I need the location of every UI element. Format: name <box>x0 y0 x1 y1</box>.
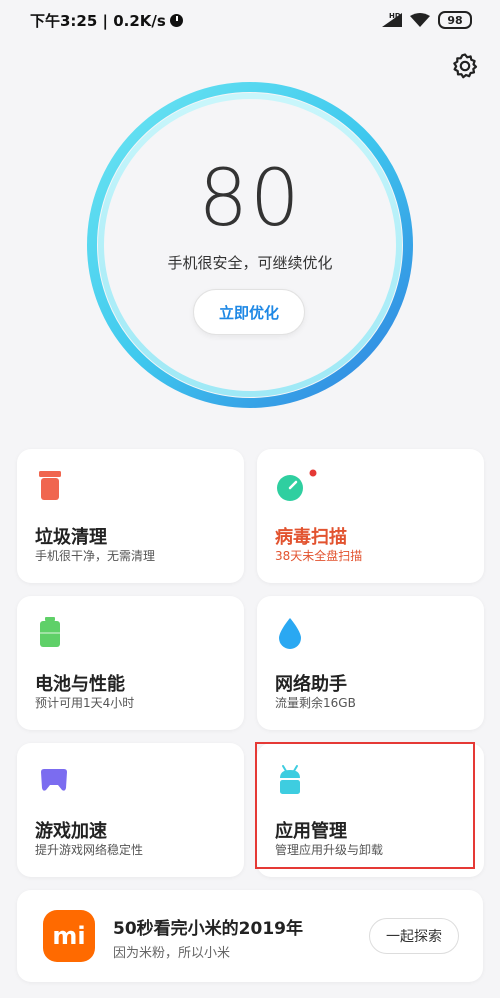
mi-logo-icon: mi <box>43 910 95 962</box>
card-network-assistant[interactable]: 网络助手 流量剩余16GB <box>257 596 484 730</box>
card-title: 网络助手 <box>275 674 347 695</box>
battery-indicator: 98 <box>438 11 472 29</box>
water-drop-icon <box>279 618 301 649</box>
status-bar: 下午3:25 | 0.2K/s 98 <box>0 0 500 40</box>
card-subtitle: 流量剩余16GB <box>275 696 356 710</box>
gamepad-icon <box>41 769 67 791</box>
security-status-text: 手机很安全，可继续优化 <box>167 254 333 272</box>
card-title: 电池与性能 <box>35 674 125 695</box>
card-app-management[interactable]: 应用管理 管理应用升级与卸载 <box>257 743 484 877</box>
wifi-icon <box>410 13 430 27</box>
hd-badge: HD <box>389 12 401 20</box>
gear-icon[interactable] <box>451 52 479 80</box>
annual-review-banner[interactable]: mi 50秒看完小米的2019年 因为米粉，所以小米 一起探索 <box>17 890 483 982</box>
android-icon <box>280 765 300 794</box>
card-subtitle: 提升游戏网络稳定性 <box>35 843 144 857</box>
shield-scan-icon <box>277 469 317 501</box>
status-left: 下午3:25 | 0.2K/s <box>30 10 183 31</box>
card-game-boost[interactable]: 游戏加速 提升游戏网络稳定性 <box>17 743 244 877</box>
clock-icon <box>169 13 183 27</box>
banner-title: 50秒看完小米的2019年 <box>113 919 303 939</box>
card-junk-cleaner[interactable]: 垃圾清理 手机很干净，无需清理 <box>17 449 244 583</box>
card-subtitle: 38天未全盘扫描 <box>275 549 363 563</box>
security-score: 80 <box>198 154 302 244</box>
battery-level: 98 <box>447 13 463 27</box>
optimize-now-button[interactable]: 立即优化 <box>193 289 305 335</box>
card-subtitle: 预计可用1天4小时 <box>35 696 135 710</box>
card-title: 应用管理 <box>275 821 347 842</box>
explore-together-button[interactable]: 一起探索 <box>369 918 459 954</box>
card-title: 病毒扫描 <box>275 527 347 548</box>
trash-icon <box>39 471 61 500</box>
card-battery-performance[interactable]: 电池与性能 预计可用1天4小时 <box>17 596 244 730</box>
banner-subtitle: 因为米粉，所以小米 <box>113 946 231 961</box>
card-title: 游戏加速 <box>35 821 107 842</box>
card-virus-scan[interactable]: 病毒扫描 38天未全盘扫描 <box>257 449 484 583</box>
security-score-ring <box>87 82 413 408</box>
status-time-speed: 下午3:25 | 0.2K/s <box>30 11 166 30</box>
card-subtitle: 手机很干净，无需清理 <box>35 549 156 563</box>
battery-icon <box>40 617 60 647</box>
card-title: 垃圾清理 <box>35 527 107 548</box>
card-subtitle: 管理应用升级与卸载 <box>275 843 384 857</box>
